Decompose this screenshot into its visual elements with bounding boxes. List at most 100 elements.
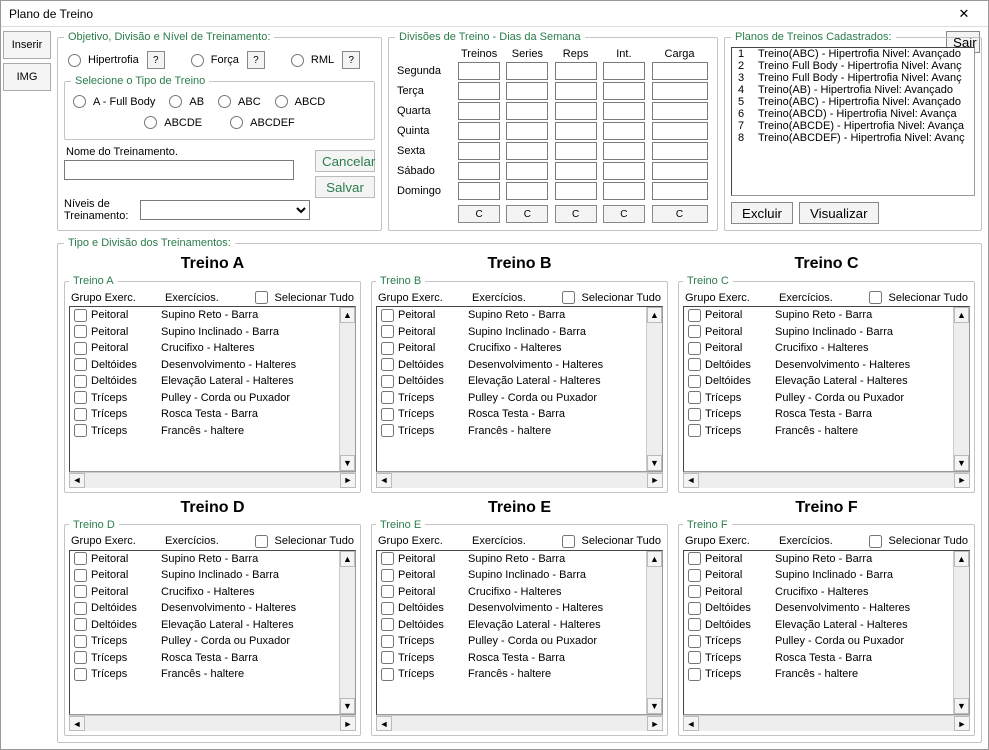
input-series-5[interactable] <box>506 162 548 180</box>
select-all-d[interactable]: Selecionar Tudo <box>255 535 355 548</box>
exercise-row[interactable]: Tríceps Rosca Testa - Barra <box>70 650 339 667</box>
input-nome-treinamento[interactable] <box>64 160 294 180</box>
radio-tipo-abc[interactable]: ABC <box>218 95 261 108</box>
input-carga-3[interactable] <box>652 122 708 140</box>
input-carga-4[interactable] <box>652 142 708 160</box>
hscrollbar[interactable]: ◄ ► <box>376 715 663 731</box>
radio-tipo-abcde[interactable]: ABCDE <box>144 116 202 129</box>
exercise-row[interactable]: Deltóides Elevação Lateral - Halteres <box>684 617 953 634</box>
exercise-row[interactable]: Deltóides Elevação Lateral - Halteres <box>684 373 953 390</box>
exercise-row[interactable]: Peitoral Supino Reto - Barra <box>70 551 339 568</box>
scroll-left-icon[interactable]: ◄ <box>683 473 699 488</box>
exercise-row[interactable]: Peitoral Supino Reto - Barra <box>377 551 646 568</box>
exercise-row[interactable]: Peitoral Supino Reto - Barra <box>684 307 953 324</box>
exercise-checkbox[interactable] <box>688 358 701 371</box>
vscrollbar[interactable]: ▲ ▼ <box>953 551 969 715</box>
input-series-0[interactable] <box>506 62 548 80</box>
help-forca[interactable]: ? <box>247 51 265 69</box>
scroll-left-icon[interactable]: ◄ <box>376 473 392 488</box>
radio-forca[interactable]: Força <box>191 54 239 67</box>
exercise-row[interactable]: Deltóides Desenvolvimento - Halteres <box>70 600 339 617</box>
exercise-checkbox[interactable] <box>74 342 87 355</box>
cbtn-carga[interactable]: C <box>652 205 708 223</box>
exercise-row[interactable]: Peitoral Supino Inclinado - Barra <box>377 324 646 341</box>
scroll-up-icon[interactable]: ▲ <box>954 551 969 567</box>
exercise-checkbox[interactable] <box>381 375 394 388</box>
help-rml[interactable]: ? <box>342 51 360 69</box>
vscrollbar[interactable]: ▲ ▼ <box>953 307 969 471</box>
exercise-checkbox[interactable] <box>688 651 701 664</box>
scroll-right-icon[interactable]: ► <box>340 716 356 731</box>
input-carga-1[interactable] <box>652 82 708 100</box>
input-series-1[interactable] <box>506 82 548 100</box>
exercise-row[interactable]: Peitoral Supino Inclinado - Barra <box>377 567 646 584</box>
radio-tipo-abcdef[interactable]: ABCDEF <box>230 116 295 129</box>
scroll-up-icon[interactable]: ▲ <box>647 551 662 567</box>
input-series-2[interactable] <box>506 102 548 120</box>
exercise-checkbox[interactable] <box>688 618 701 631</box>
input-int-3[interactable] <box>603 122 645 140</box>
scroll-left-icon[interactable]: ◄ <box>683 716 699 731</box>
cbtn-int[interactable]: C <box>603 205 645 223</box>
scroll-right-icon[interactable]: ► <box>954 473 970 488</box>
exercise-row[interactable]: Deltóides Desenvolvimento - Halteres <box>684 600 953 617</box>
vscrollbar[interactable]: ▲ ▼ <box>339 551 355 715</box>
exercise-checkbox[interactable] <box>381 668 394 681</box>
exercise-checkbox[interactable] <box>74 668 87 681</box>
scroll-right-icon[interactable]: ► <box>340 473 356 488</box>
input-int-5[interactable] <box>603 162 645 180</box>
exercise-row[interactable]: Tríceps Francês - haltere <box>377 666 646 683</box>
exercise-row[interactable]: Deltóides Desenvolvimento - Halteres <box>377 600 646 617</box>
scroll-down-icon[interactable]: ▼ <box>954 698 969 714</box>
scroll-up-icon[interactable]: ▲ <box>954 307 969 323</box>
exercise-row[interactable]: Deltóides Desenvolvimento - Halteres <box>377 357 646 374</box>
exercise-row[interactable]: Peitoral Supino Inclinado - Barra <box>684 567 953 584</box>
exercise-row[interactable]: Tríceps Rosca Testa - Barra <box>377 406 646 423</box>
exercise-checkbox[interactable] <box>381 569 394 582</box>
input-treinos-6[interactable] <box>458 182 500 200</box>
hscrollbar[interactable]: ◄ ► <box>69 715 356 731</box>
scroll-down-icon[interactable]: ▼ <box>340 698 355 714</box>
exercise-row[interactable]: Peitoral Supino Inclinado - Barra <box>70 567 339 584</box>
exercise-checkbox[interactable] <box>688 391 701 404</box>
input-treinos-2[interactable] <box>458 102 500 120</box>
input-reps-1[interactable] <box>555 82 597 100</box>
input-series-3[interactable] <box>506 122 548 140</box>
exercise-checkbox[interactable] <box>74 585 87 598</box>
input-int-0[interactable] <box>603 62 645 80</box>
exercise-checkbox[interactable] <box>688 635 701 648</box>
exercise-row[interactable]: Tríceps Francês - haltere <box>70 423 339 440</box>
visualizar-button[interactable]: Visualizar <box>799 202 879 224</box>
exercise-checkbox[interactable] <box>74 424 87 437</box>
input-treinos-3[interactable] <box>458 122 500 140</box>
exercise-checkbox[interactable] <box>381 342 394 355</box>
exercise-checkbox[interactable] <box>381 358 394 371</box>
select-all-a[interactable]: Selecionar Tudo <box>255 291 355 304</box>
exercise-checkbox[interactable] <box>74 552 87 565</box>
exercise-row[interactable]: Peitoral Crucifixo - Halteres <box>377 584 646 601</box>
input-reps-5[interactable] <box>555 162 597 180</box>
exercise-checkbox[interactable] <box>74 325 87 338</box>
select-all-f[interactable]: Selecionar Tudo <box>869 535 969 548</box>
exercise-checkbox[interactable] <box>74 408 87 421</box>
exercise-row[interactable]: Tríceps Pulley - Corda ou Puxador <box>377 633 646 650</box>
radio-hipertrofia[interactable]: Hipertrofia <box>68 54 139 67</box>
exercise-checkbox[interactable] <box>74 309 87 322</box>
scroll-up-icon[interactable]: ▲ <box>647 307 662 323</box>
exercise-checkbox[interactable] <box>688 408 701 421</box>
plano-row[interactable]: 8Treino(ABCDEF) - Hipertrofia Nivel: Ava… <box>732 132 974 144</box>
exercise-checkbox[interactable] <box>74 391 87 404</box>
scroll-left-icon[interactable]: ◄ <box>376 716 392 731</box>
input-int-4[interactable] <box>603 142 645 160</box>
input-carga-6[interactable] <box>652 182 708 200</box>
vscrollbar[interactable]: ▲ ▼ <box>646 307 662 471</box>
exercise-checkbox[interactable] <box>381 408 394 421</box>
scroll-up-icon[interactable]: ▲ <box>340 551 355 567</box>
tab-inserir[interactable]: Inserir <box>3 31 51 59</box>
input-carga-5[interactable] <box>652 162 708 180</box>
exercise-checkbox[interactable] <box>688 602 701 615</box>
cbtn-series[interactable]: C <box>506 205 548 223</box>
exercise-checkbox[interactable] <box>381 635 394 648</box>
exercise-row[interactable]: Peitoral Supino Reto - Barra <box>70 307 339 324</box>
radio-tipo-abcd[interactable]: ABCD <box>275 95 326 108</box>
